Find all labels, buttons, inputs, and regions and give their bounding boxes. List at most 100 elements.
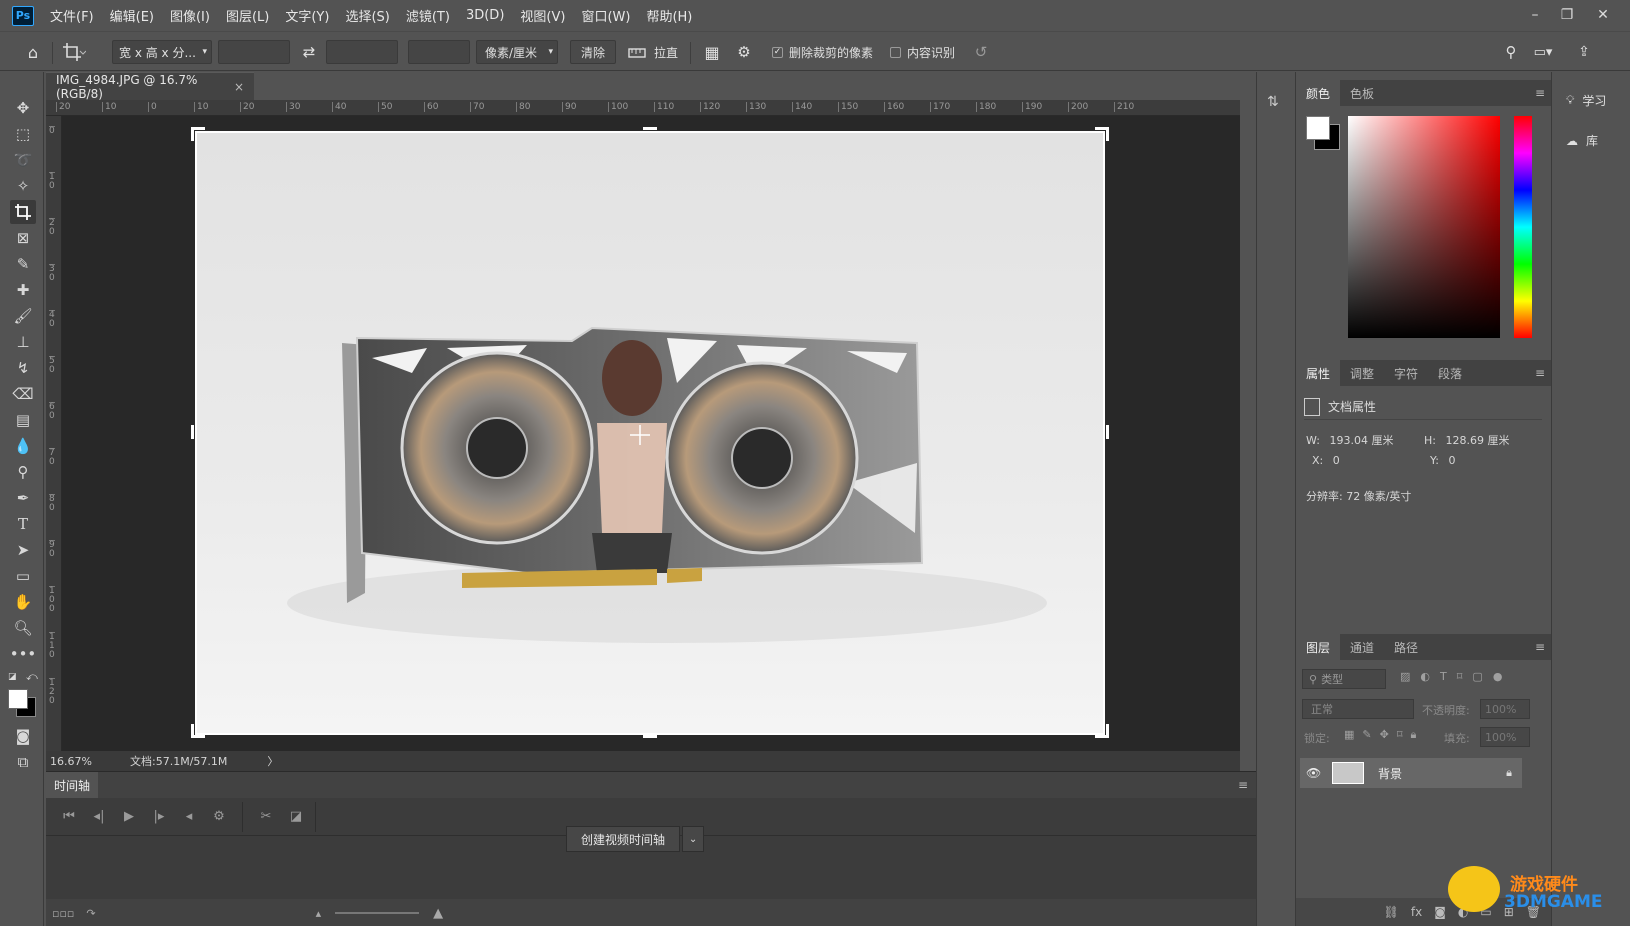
document-image[interactable]: [195, 131, 1105, 735]
add-mask-icon[interactable]: ◙: [1434, 905, 1446, 919]
straighten-icon[interactable]: [626, 40, 648, 64]
menu-image[interactable]: 图像(I): [170, 6, 210, 25]
lock-pixels-icon[interactable]: ✎: [1362, 728, 1371, 742]
pen-tool-icon[interactable]: ✒: [10, 486, 36, 510]
swap-icon[interactable]: ⇄: [298, 40, 320, 64]
pixel-filter-icon[interactable]: ▨: [1400, 670, 1410, 683]
timeline-tab[interactable]: 时间轴: [46, 772, 99, 798]
layer-row[interactable]: 👁︎ 背景 🔒︎: [1300, 758, 1522, 788]
search-icon[interactable]: ⚲: [1500, 40, 1522, 64]
zoom-in-icon[interactable]: ▲: [433, 906, 443, 921]
move-tool-icon[interactable]: ✥: [10, 96, 36, 120]
tab-color[interactable]: 颜色: [1296, 80, 1341, 106]
y-value[interactable]: 0: [1448, 454, 1455, 467]
menu-3d[interactable]: 3D(D): [466, 8, 504, 23]
split-icon[interactable]: ✂: [251, 809, 281, 824]
close-icon[interactable]: ✕: [1588, 4, 1618, 26]
menu-type[interactable]: 文字(Y): [285, 6, 329, 25]
gear-icon[interactable]: ⚙: [732, 40, 756, 64]
menu-edit[interactable]: 编辑(E): [110, 6, 154, 25]
workspace-icon[interactable]: ▭▾: [1528, 40, 1558, 64]
panel-menu-icon[interactable]: ≡: [1535, 366, 1545, 380]
tab-adjustments[interactable]: 调整: [1340, 360, 1384, 386]
crop-tool-preset-icon[interactable]: [62, 40, 102, 64]
color-picker-field[interactable]: [1348, 116, 1500, 338]
adjustment-filter-icon[interactable]: ◐: [1420, 670, 1430, 683]
lock-position-icon[interactable]: ✥: [1380, 728, 1389, 742]
crop-handle-bottom-left-v[interactable]: [191, 724, 194, 738]
prev-frame-icon[interactable]: ◂|: [84, 809, 114, 824]
create-video-timeline-button[interactable]: 创建视频时间轴: [566, 826, 681, 852]
tab-paths[interactable]: 路径: [1384, 634, 1428, 660]
eyedropper-tool-icon[interactable]: ✎: [10, 252, 36, 276]
panel-menu-icon[interactable]: ≡: [1535, 86, 1545, 100]
brush-tool-icon[interactable]: 🖌: [10, 304, 36, 328]
clone-stamp-tool-icon[interactable]: ⊥: [10, 330, 36, 354]
zoom-level[interactable]: 16.67%: [50, 755, 120, 768]
menu-select[interactable]: 选择(S): [345, 6, 389, 25]
lock-all-icon[interactable]: 🔒︎: [1411, 728, 1417, 742]
panel-menu-icon[interactable]: ≡: [1535, 640, 1545, 654]
layer-filter-select[interactable]: ⚲ 类型: [1302, 669, 1386, 689]
dodge-tool-icon[interactable]: ⚲: [10, 460, 36, 484]
width-value[interactable]: 193.04 厘米: [1329, 434, 1393, 447]
hue-slider[interactable]: [1514, 116, 1532, 338]
default-colors-icon[interactable]: ◪: [8, 672, 18, 682]
crop-tool-icon[interactable]: [10, 200, 36, 224]
menu-window[interactable]: 窗口(W): [581, 6, 630, 25]
type-filter-icon[interactable]: T: [1440, 670, 1447, 683]
restore-icon[interactable]: ❐: [1552, 4, 1582, 26]
marquee-tool-icon[interactable]: ⬚: [10, 122, 36, 146]
minimize-icon[interactable]: –: [1520, 4, 1550, 26]
menu-file[interactable]: 文件(F): [50, 6, 94, 25]
hand-tool-icon[interactable]: ✋: [10, 590, 36, 614]
menu-view[interactable]: 视图(V): [520, 6, 565, 25]
link-layers-icon[interactable]: ⛓: [1384, 905, 1399, 919]
render-icon[interactable]: ↷: [86, 907, 95, 920]
swap-colors-icon[interactable]: ⤺: [26, 670, 38, 684]
gear-icon[interactable]: ⚙: [204, 809, 234, 824]
resolution-input[interactable]: [408, 40, 470, 64]
tab-properties[interactable]: 属性: [1296, 360, 1341, 386]
type-tool-icon[interactable]: T: [10, 512, 36, 536]
healing-brush-tool-icon[interactable]: ✚: [10, 278, 36, 302]
height-input[interactable]: [326, 40, 398, 64]
rectangle-tool-icon[interactable]: ▭: [10, 564, 36, 588]
document-tab[interactable]: IMG_4984.JPG @ 16.7%(RGB/8) ×: [46, 72, 254, 101]
crop-handle-top-left-v[interactable]: [191, 127, 194, 141]
eraser-tool-icon[interactable]: ⌫: [10, 382, 36, 406]
crop-handle-bottom[interactable]: [643, 735, 657, 738]
crop-handle-top-right-v[interactable]: [1106, 127, 1109, 141]
straighten-label[interactable]: 拉直: [654, 40, 678, 64]
lasso-tool-icon[interactable]: ➰: [10, 148, 36, 172]
menu-filter[interactable]: 滤镜(T): [406, 6, 450, 25]
width-input[interactable]: [218, 40, 290, 64]
blur-tool-icon[interactable]: 💧: [10, 434, 36, 458]
zoom-tool-icon[interactable]: 🔍︎: [10, 616, 36, 640]
tab-paragraph[interactable]: 段落: [1428, 360, 1472, 386]
eye-icon[interactable]: 👁︎: [1306, 766, 1326, 780]
reset-icon[interactable]: ↺: [970, 40, 992, 64]
fill-input[interactable]: 100%: [1480, 727, 1530, 747]
menu-help[interactable]: 帮助(H): [646, 6, 692, 25]
history-icon[interactable]: ⇅: [1267, 94, 1279, 110]
foreground-color-swatch[interactable]: [1306, 116, 1330, 140]
frame-tool-icon[interactable]: ⊠: [10, 226, 36, 250]
blend-mode-select[interactable]: 正常: [1302, 699, 1414, 719]
gradient-tool-icon[interactable]: ▤: [10, 408, 36, 432]
clear-button[interactable]: 清除: [570, 40, 616, 64]
content-aware-checkbox[interactable]: 内容识别: [890, 40, 955, 64]
history-brush-tool-icon[interactable]: ↯: [10, 356, 36, 380]
crop-handle-left[interactable]: [191, 425, 194, 439]
path-selection-tool-icon[interactable]: ➤: [10, 538, 36, 562]
tab-channels[interactable]: 通道: [1340, 634, 1384, 660]
play-icon[interactable]: ▶: [114, 809, 144, 824]
tab-character[interactable]: 字符: [1384, 360, 1428, 386]
delete-cropped-checkbox[interactable]: ✓ 删除裁剪的像素: [772, 40, 873, 64]
layer-name[interactable]: 背景: [1378, 765, 1402, 782]
crop-handle-bottom-right-v[interactable]: [1106, 724, 1109, 738]
timeline-zoom-slider[interactable]: [335, 912, 420, 914]
zoom-out-icon[interactable]: ▴: [316, 907, 322, 920]
fx-icon[interactable]: fx: [1411, 905, 1422, 919]
height-value[interactable]: 128.69 厘米: [1445, 434, 1509, 447]
